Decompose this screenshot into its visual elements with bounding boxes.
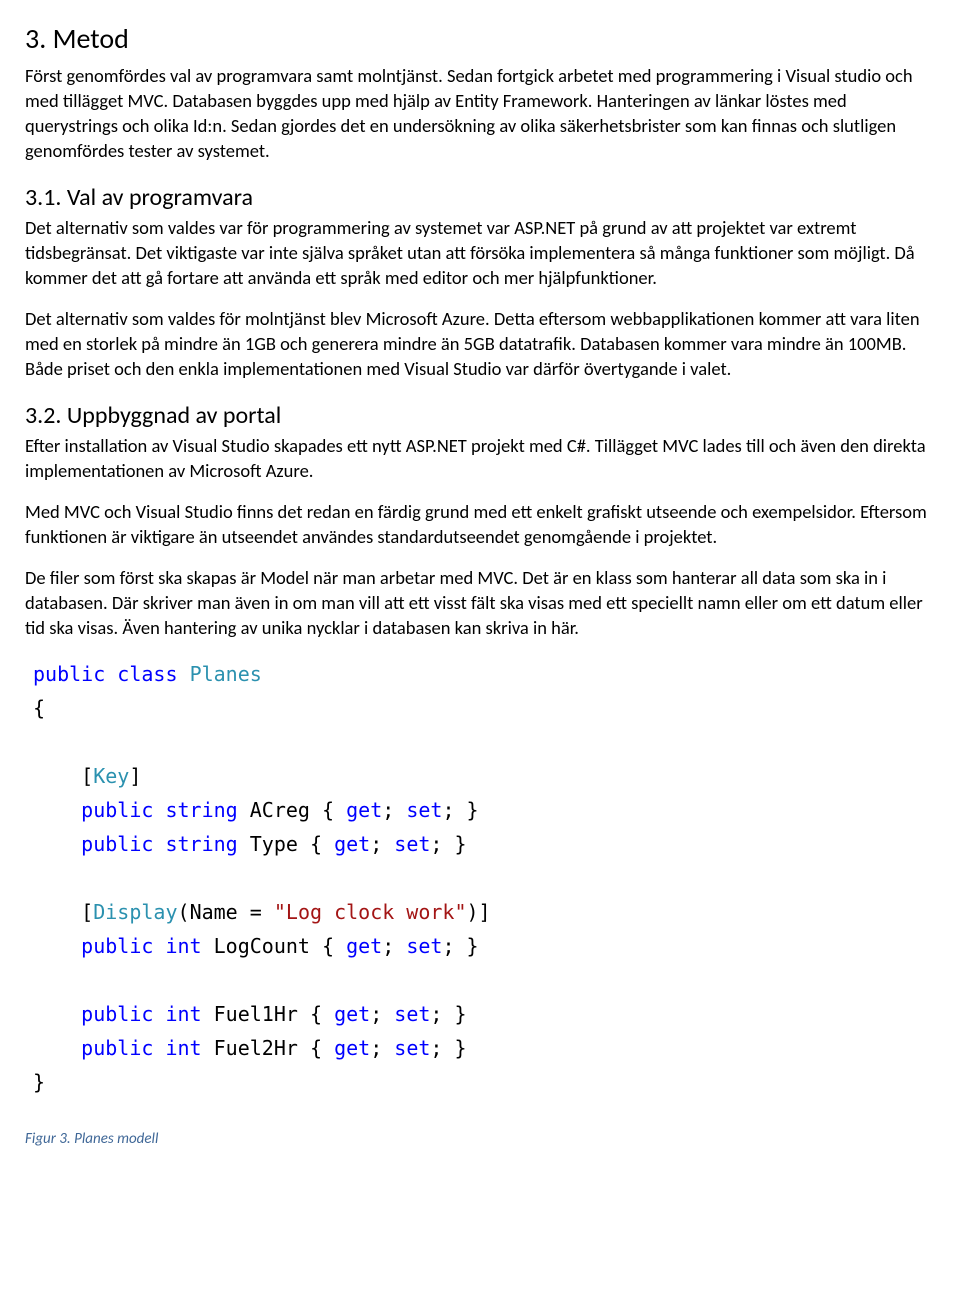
figure-caption: Figur 3. Planes modell xyxy=(25,1129,935,1149)
heading-uppbyggnad: 3.2. Uppbyggnad av portal xyxy=(25,400,935,432)
paragraph-intro: Först genomfördes val av programvara sam… xyxy=(25,64,935,164)
paragraph-install: Efter installation av Visual Studio skap… xyxy=(25,434,935,484)
paragraph-mvc: Med MVC och Visual Studio finns det reda… xyxy=(25,500,935,550)
code-planes-class: public class Planes { [Key] public strin… xyxy=(33,657,935,1099)
paragraph-aspnet: Det alternativ som valdes var för progra… xyxy=(25,216,935,291)
heading-val-av-programvara: 3.1. Val av programvara xyxy=(25,182,935,214)
paragraph-azure: Det alternativ som valdes för molntjänst… xyxy=(25,307,935,382)
heading-metod: 3. Metod xyxy=(25,20,935,58)
paragraph-model: De filer som först ska skapas är Model n… xyxy=(25,566,935,641)
